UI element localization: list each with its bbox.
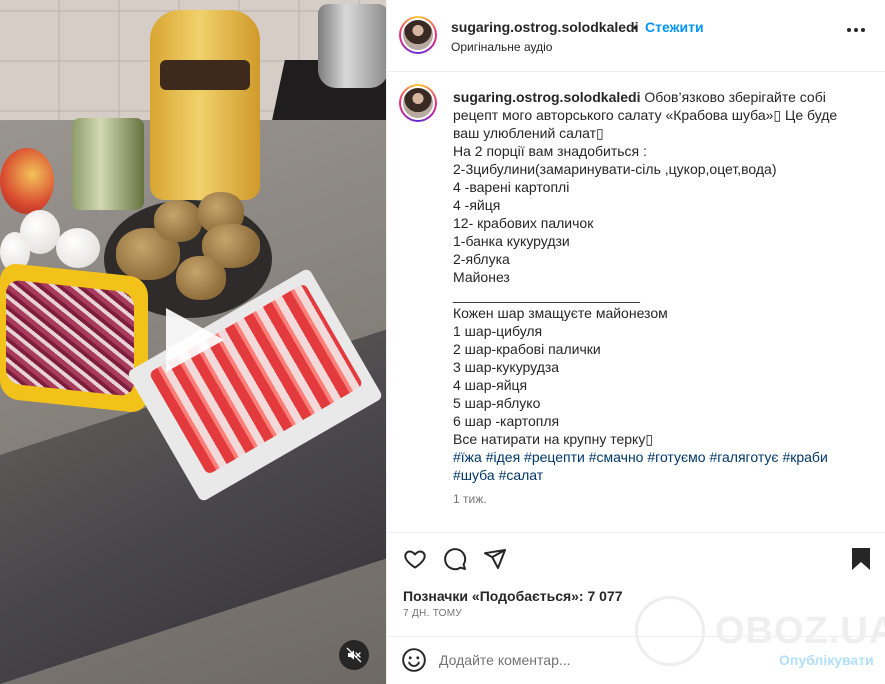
emoji-icon[interactable] xyxy=(401,647,427,673)
caption-line: 4 -яйця xyxy=(453,197,501,213)
post-date[interactable]: 7 ДН. ТОМУ xyxy=(403,608,462,619)
caption-line: Кожен шар змащуєте майонезом xyxy=(453,305,668,321)
mute-button[interactable] xyxy=(339,640,369,670)
caption-line: 4 -варені картоплі xyxy=(453,179,570,195)
hashtag-link[interactable]: #шуба xyxy=(453,467,495,483)
share-button[interactable] xyxy=(481,545,509,573)
paper-plane-icon xyxy=(484,549,506,569)
caption-line: 5 шар-яблуко xyxy=(453,395,541,411)
caption-line: 12- крабових паличок xyxy=(453,215,594,231)
hashtag-link[interactable]: #салат xyxy=(499,467,544,483)
caption-text: sugaring.ostrog.solodkaledi Обов’язково … xyxy=(453,88,873,484)
likes-count[interactable]: Позначки «Подобається»: 7 077 xyxy=(403,588,623,604)
caption-line: 6 шар -картопля xyxy=(453,413,560,429)
more-options-icon[interactable] xyxy=(847,28,865,32)
avatar[interactable] xyxy=(399,16,437,54)
apple xyxy=(0,148,54,214)
potato xyxy=(176,256,226,300)
separator-dot: • xyxy=(633,19,638,35)
mute-icon xyxy=(346,647,362,663)
follow-button[interactable]: Стежити xyxy=(645,19,704,35)
comment-bar: Опублікувати xyxy=(387,636,885,684)
caption-avatar[interactable] xyxy=(399,84,437,122)
post-header: sugaring.ostrog.solodkaledi • Стежити Ор… xyxy=(387,0,885,72)
cooking-pot xyxy=(318,4,386,88)
hashtag-link[interactable]: #рецепти xyxy=(524,449,585,465)
play-icon[interactable] xyxy=(166,308,224,372)
hashtags-row: #шуба #салат xyxy=(453,466,873,484)
heart-icon xyxy=(404,550,426,569)
caption-line: 1-банка кукурудзи xyxy=(453,233,570,249)
caption-line: 2-яблука xyxy=(453,251,510,267)
bookmark-icon xyxy=(852,548,870,570)
caption-username[interactable]: sugaring.ostrog.solodkaledi xyxy=(453,89,640,105)
caption-section: sugaring.ostrog.solodkaledi Обов’язково … xyxy=(387,72,885,532)
caption-line: 4 шар-яйця xyxy=(453,377,528,393)
caption-line: 2 шар-крабові палички xyxy=(453,341,601,357)
mayonnaise-pack xyxy=(150,10,260,200)
caption-line: Обов’язково зберігайте собі xyxy=(644,89,826,105)
comment-button[interactable] xyxy=(441,545,469,573)
hashtags-row: #їжа #ідея #рецепти #смачно #готуємо #га… xyxy=(453,448,873,466)
action-bar xyxy=(387,532,885,588)
hashtag-link[interactable]: #готуємо xyxy=(647,449,705,465)
hashtag-link[interactable]: #їжа xyxy=(453,449,482,465)
caption-line: На 2 порції вам знадобиться : xyxy=(453,143,647,159)
hashtag-link[interactable]: #галяготує xyxy=(709,449,778,465)
save-button[interactable] xyxy=(847,545,875,573)
caption-line: 1 шар-цибуля xyxy=(453,323,543,339)
hashtag-link[interactable]: #краби xyxy=(782,449,827,465)
corn-can xyxy=(72,118,144,210)
hashtag-link[interactable]: #ідея xyxy=(486,449,520,465)
post-comment-button[interactable]: Опублікувати xyxy=(779,652,874,668)
caption-line: рецепт мого авторського салату «Крабова … xyxy=(453,107,838,123)
caption-line: 2-3цибулини(замаринувати-сіль ,цукор,оце… xyxy=(453,161,777,177)
post-details-panel: sugaring.ostrog.solodkaledi • Стежити Ор… xyxy=(386,0,885,684)
post-video[interactable] xyxy=(0,0,386,684)
caption-line: Все натирати на крупну терку▯ xyxy=(453,431,654,447)
audio-label[interactable]: Оригінальне аудіо xyxy=(451,40,552,54)
hashtag-link[interactable]: #смачно xyxy=(589,449,644,465)
egg xyxy=(56,228,100,268)
potato xyxy=(154,200,202,242)
mayonnaise-label xyxy=(160,60,250,90)
post-username[interactable]: sugaring.ostrog.solodkaledi xyxy=(451,19,638,35)
comment-bubble-icon xyxy=(444,548,467,571)
like-button[interactable] xyxy=(401,545,429,573)
pickled-onion xyxy=(6,279,134,397)
caption-line: ваш улюблений салат▯ xyxy=(453,125,604,141)
caption-timestamp[interactable]: 1 тиж. xyxy=(453,492,487,506)
comment-input[interactable] xyxy=(439,649,769,671)
caption-line: Майонез xyxy=(453,269,510,285)
caption-line: 3 шар-кукурудза xyxy=(453,359,560,375)
caption-divider: ________________________ xyxy=(453,287,640,303)
